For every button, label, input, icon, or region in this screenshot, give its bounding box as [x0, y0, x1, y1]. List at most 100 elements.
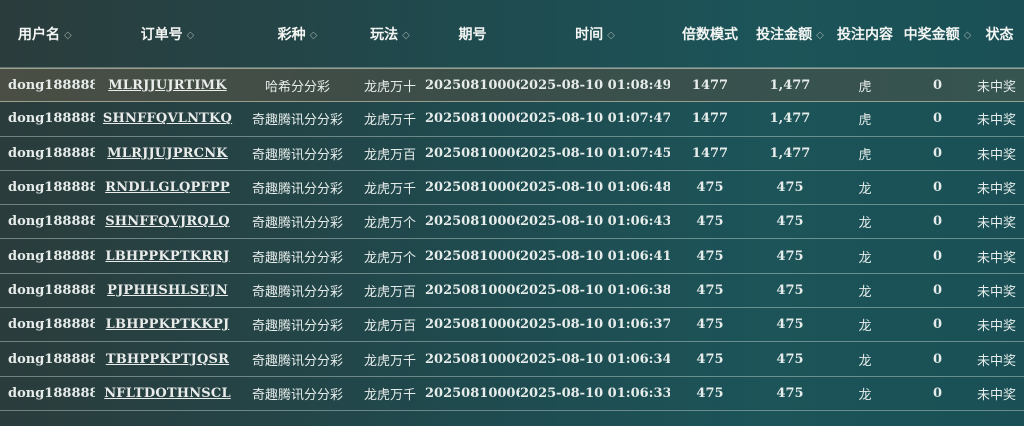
header-user[interactable]: 用户名 ◇	[0, 24, 95, 44]
cell-time: 2025-08-10 01:08:49	[520, 77, 670, 93]
cell-multiple: 1477	[691, 145, 729, 161]
cell-win: 0	[932, 385, 943, 401]
table-row: dong1888888 SHNFFQVLNTKQ 奇趣腾讯分分彩 龙虎万千 202508…	[0, 102, 1024, 137]
table-row: dong1888888 MLRJJUJPRCNK 奇趣腾讯分分彩 龙虎万百 202508…	[0, 137, 1024, 171]
sort-icon[interactable]: ◇	[816, 30, 824, 41]
table-row: dong1888888 TBHPPKPTJQSR 奇趣腾讯分分彩 龙虎万千 202508…	[0, 342, 1024, 377]
cell-user: dong1888888	[8, 385, 95, 401]
cell-time: 2025-08-10 01:06:43	[520, 214, 670, 230]
cell-time: 2025-08-10 01:06:33	[520, 385, 670, 401]
header-lottery[interactable]: 彩种 ◇	[240, 24, 355, 44]
cell-status: 未中奖	[977, 79, 1017, 95]
cell-time: 2025-08-10 01:06:41	[520, 248, 670, 264]
cell-content: 龙	[858, 353, 872, 369]
cell-issue: 202508100067	[425, 180, 520, 196]
cell-status: 未中奖	[977, 387, 1017, 403]
table-row: dong1888888 LBHPPKPTKKPJ 奇趣腾讯分分彩 龙虎万百 202508…	[0, 308, 1024, 343]
cell-content: 龙	[858, 216, 872, 232]
cell-lottery: 哈希分分彩	[264, 79, 330, 95]
order-link[interactable]: PJPHHSHLSEJN	[107, 283, 228, 298]
cell-win: 0	[932, 111, 943, 127]
cell-user: dong1888888	[8, 77, 95, 93]
cell-content: 虎	[858, 113, 872, 129]
cell-content: 虎	[858, 79, 872, 95]
cell-user: dong1888888	[8, 145, 95, 161]
cell-issue: 202508100068	[425, 145, 520, 161]
cell-time: 2025-08-10 01:06:37	[520, 317, 670, 333]
cell-amount: 475	[776, 180, 804, 196]
cell-multiple: 475	[696, 282, 724, 298]
cell-issue: 202508100067	[425, 248, 520, 264]
cell-time: 2025-08-10 01:06:38	[520, 282, 670, 298]
table-row: dong1888888 RNDLLGLQPFPP 奇趣腾讯分分彩 龙虎万千 202508…	[0, 171, 1024, 206]
order-link[interactable]: RNDLLGLQPFPP	[105, 180, 230, 195]
order-link[interactable]: LBHPPKPTKRRJ	[105, 249, 229, 264]
order-link[interactable]: SHNFFQVLNTKQ	[103, 111, 232, 126]
header-amount[interactable]: 投注金额 ◇	[750, 24, 830, 44]
header-win[interactable]: 中奖金额 ◇	[900, 24, 975, 44]
cell-issue: 202508100068	[425, 111, 520, 127]
cell-issue: 202508100067	[425, 317, 520, 333]
table-row: dong1888888 MLRJJUJRTIMK 哈希分分彩 龙虎万十 20250810…	[0, 68, 1024, 103]
cell-play: 龙虎万千	[363, 182, 416, 198]
cell-status: 未中奖	[977, 182, 1017, 198]
order-link[interactable]: MLRJJUJRTIMK	[108, 78, 227, 93]
cell-lottery: 奇趣腾讯分分彩	[251, 387, 343, 403]
cell-multiple: 1477	[691, 111, 729, 127]
header-order[interactable]: 订单号 ◇	[95, 24, 240, 44]
order-link[interactable]: TBHPPKPTJQSR	[106, 352, 229, 367]
cell-status: 未中奖	[977, 147, 1017, 163]
cell-content: 虎	[858, 147, 872, 163]
cell-amount: 475	[776, 214, 804, 230]
cell-order: LBHPPKPTKRRJ	[95, 249, 240, 264]
cell-amount: 1,477	[769, 145, 811, 161]
cell-status: 未中奖	[977, 113, 1017, 129]
cell-lottery: 奇趣腾讯分分彩	[251, 353, 343, 369]
cell-issue: 202508100067	[425, 282, 520, 298]
header-play[interactable]: 玩法 ◇	[355, 24, 425, 44]
cell-order: LBHPPKPTKKPJ	[95, 317, 240, 332]
sort-icon[interactable]: ◇	[187, 30, 195, 41]
cell-multiple: 475	[696, 180, 724, 196]
cell-content: 龙	[858, 319, 872, 335]
cell-amount: 1,477	[769, 77, 811, 93]
cell-play: 龙虎万百	[363, 319, 416, 335]
cell-content: 龙	[858, 284, 872, 300]
sort-icon[interactable]: ◇	[964, 30, 972, 41]
header-time[interactable]: 时间 ◇	[520, 24, 670, 44]
table-row: dong1888888 SHNFFQVJRQLQ 奇趣腾讯分分彩 龙虎万个 202508…	[0, 205, 1024, 240]
order-link[interactable]: MLRJJUJPRCNK	[107, 146, 228, 161]
order-link[interactable]: NFLTDOTHNSCL	[104, 386, 231, 401]
sort-icon[interactable]: ◇	[64, 30, 72, 41]
cell-multiple: 475	[696, 248, 724, 264]
cell-win: 0	[932, 145, 943, 161]
cell-status: 未中奖	[977, 319, 1017, 335]
sort-icon[interactable]: ◇	[607, 30, 615, 41]
cell-play: 龙虎万十	[363, 79, 416, 95]
table-body: dong1888888 MLRJJUJRTIMK 哈希分分彩 龙虎万十 20250810…	[0, 68, 1024, 411]
header-multiple: 倍数模式	[682, 26, 738, 43]
cell-status: 未中奖	[977, 250, 1017, 266]
cell-win: 0	[932, 180, 943, 196]
table-row: dong1888888 LBHPPKPTKRRJ 奇趣腾讯分分彩 龙虎万个 202508…	[0, 239, 1024, 274]
cell-play: 龙虎万百	[363, 284, 416, 300]
cell-win: 0	[932, 351, 943, 367]
cell-content: 龙	[858, 387, 872, 403]
order-link[interactable]: SHNFFQVJRQLQ	[105, 214, 230, 229]
cell-order: MLRJJUJRTIMK	[95, 78, 240, 93]
cell-content: 龙	[858, 182, 872, 198]
cell-amount: 475	[776, 282, 804, 298]
table-header: 用户名 ◇ 订单号 ◇ 彩种 ◇ 玩法 ◇ 期号 时间 ◇ 倍数模式 投注金额 ◇ 投注内容…	[0, 0, 1024, 68]
sort-icon[interactable]: ◇	[310, 30, 318, 41]
cell-play: 龙虎万千	[363, 353, 416, 369]
cell-lottery: 奇趣腾讯分分彩	[251, 113, 343, 129]
cell-amount: 1,477	[769, 111, 811, 127]
cell-order: NFLTDOTHNSCL	[95, 386, 240, 401]
cell-play: 龙虎万千	[363, 387, 416, 403]
cell-win: 0	[932, 214, 943, 230]
cell-win: 0	[932, 282, 943, 298]
cell-multiple: 1477	[691, 77, 729, 93]
sort-icon[interactable]: ◇	[402, 30, 410, 41]
cell-time: 2025-08-10 01:07:47	[520, 111, 670, 127]
order-link[interactable]: LBHPPKPTKKPJ	[106, 317, 230, 332]
